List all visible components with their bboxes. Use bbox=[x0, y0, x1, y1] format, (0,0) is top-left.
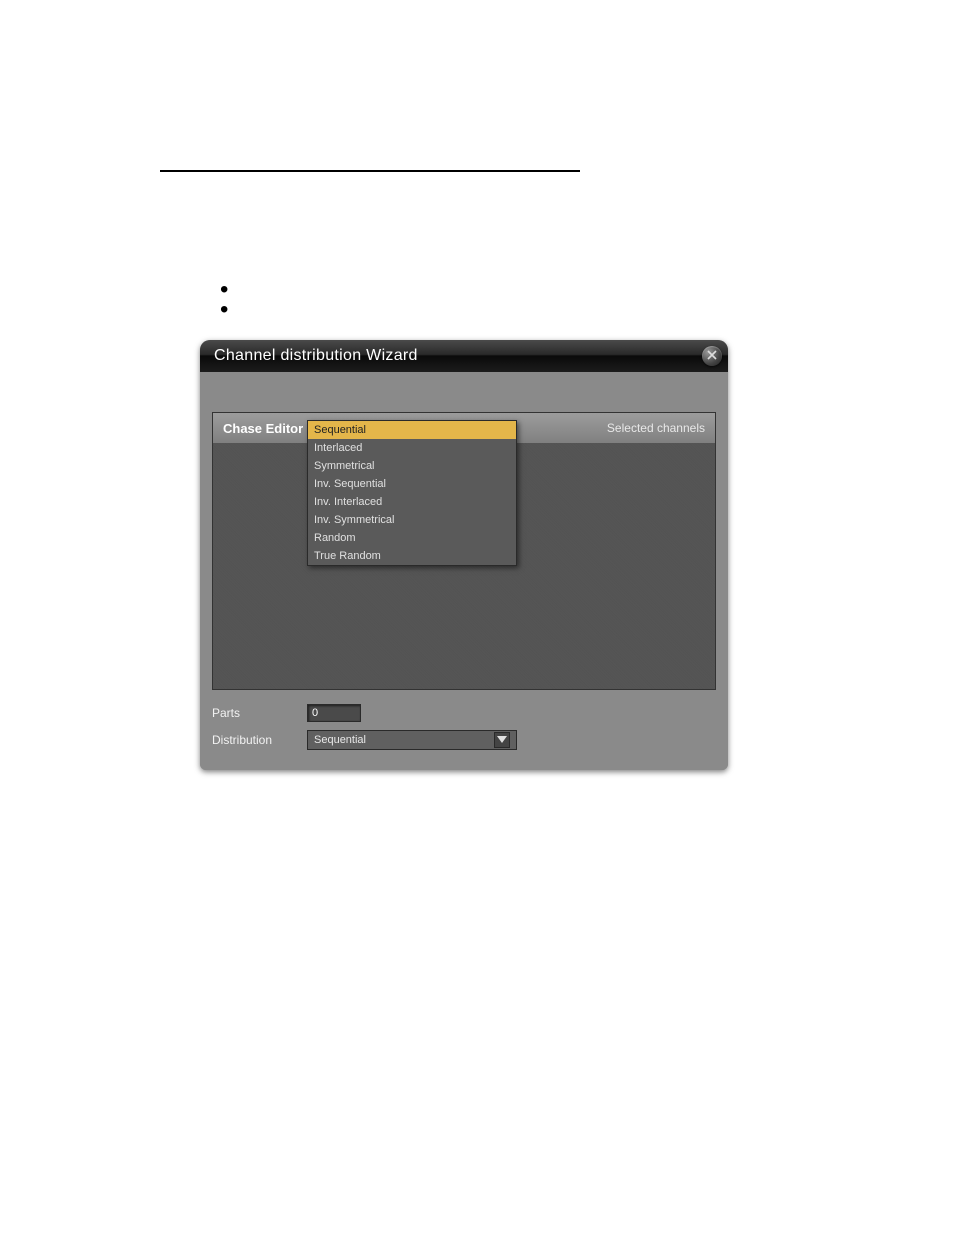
window-title: Channel distribution Wizard bbox=[212, 345, 428, 367]
dropdown-selected-text: Sequential bbox=[314, 734, 366, 746]
dropdown-option-random[interactable]: Random bbox=[308, 529, 516, 547]
dropdown-option-inv-interlaced[interactable]: Inv. Interlaced bbox=[308, 493, 516, 511]
form-area: Parts Distribution Sequential Sequential… bbox=[212, 704, 716, 750]
chevron-down-icon bbox=[494, 732, 510, 748]
horizontal-rule bbox=[160, 170, 580, 172]
dropdown-option-inv-sequential[interactable]: Inv. Sequential bbox=[308, 475, 516, 493]
bullet-list: • • bbox=[220, 280, 228, 320]
dropdown-option-sequential[interactable]: Sequential bbox=[308, 421, 516, 439]
window-body: Chase Editor Selected channels Parts Dis… bbox=[200, 372, 728, 770]
panel-title-left: Chase Editor bbox=[223, 421, 303, 436]
distribution-dropdown-list: Sequential Interlaced Symmetrical Inv. S… bbox=[307, 420, 517, 566]
distribution-label: Distribution bbox=[212, 733, 307, 747]
parts-label: Parts bbox=[212, 706, 307, 720]
distribution-dropdown[interactable]: Sequential bbox=[307, 730, 517, 750]
panel-title-right: Selected channels bbox=[607, 421, 705, 435]
dropdown-option-symmetrical[interactable]: Symmetrical bbox=[308, 457, 516, 475]
window-titlebar: Channel distribution Wizard bbox=[200, 340, 728, 372]
close-icon bbox=[707, 347, 717, 365]
distribution-row: Distribution Sequential bbox=[212, 730, 716, 750]
close-button[interactable] bbox=[702, 346, 722, 366]
bullet-item: • bbox=[220, 300, 228, 320]
channel-distribution-wizard-window: Channel distribution Wizard Chase Editor… bbox=[200, 340, 728, 770]
dropdown-option-interlaced[interactable]: Interlaced bbox=[308, 439, 516, 457]
dropdown-option-inv-symmetrical[interactable]: Inv. Symmetrical bbox=[308, 511, 516, 529]
parts-input[interactable] bbox=[307, 704, 361, 722]
parts-row: Parts bbox=[212, 704, 716, 722]
dropdown-option-true-random[interactable]: True Random bbox=[308, 547, 516, 565]
